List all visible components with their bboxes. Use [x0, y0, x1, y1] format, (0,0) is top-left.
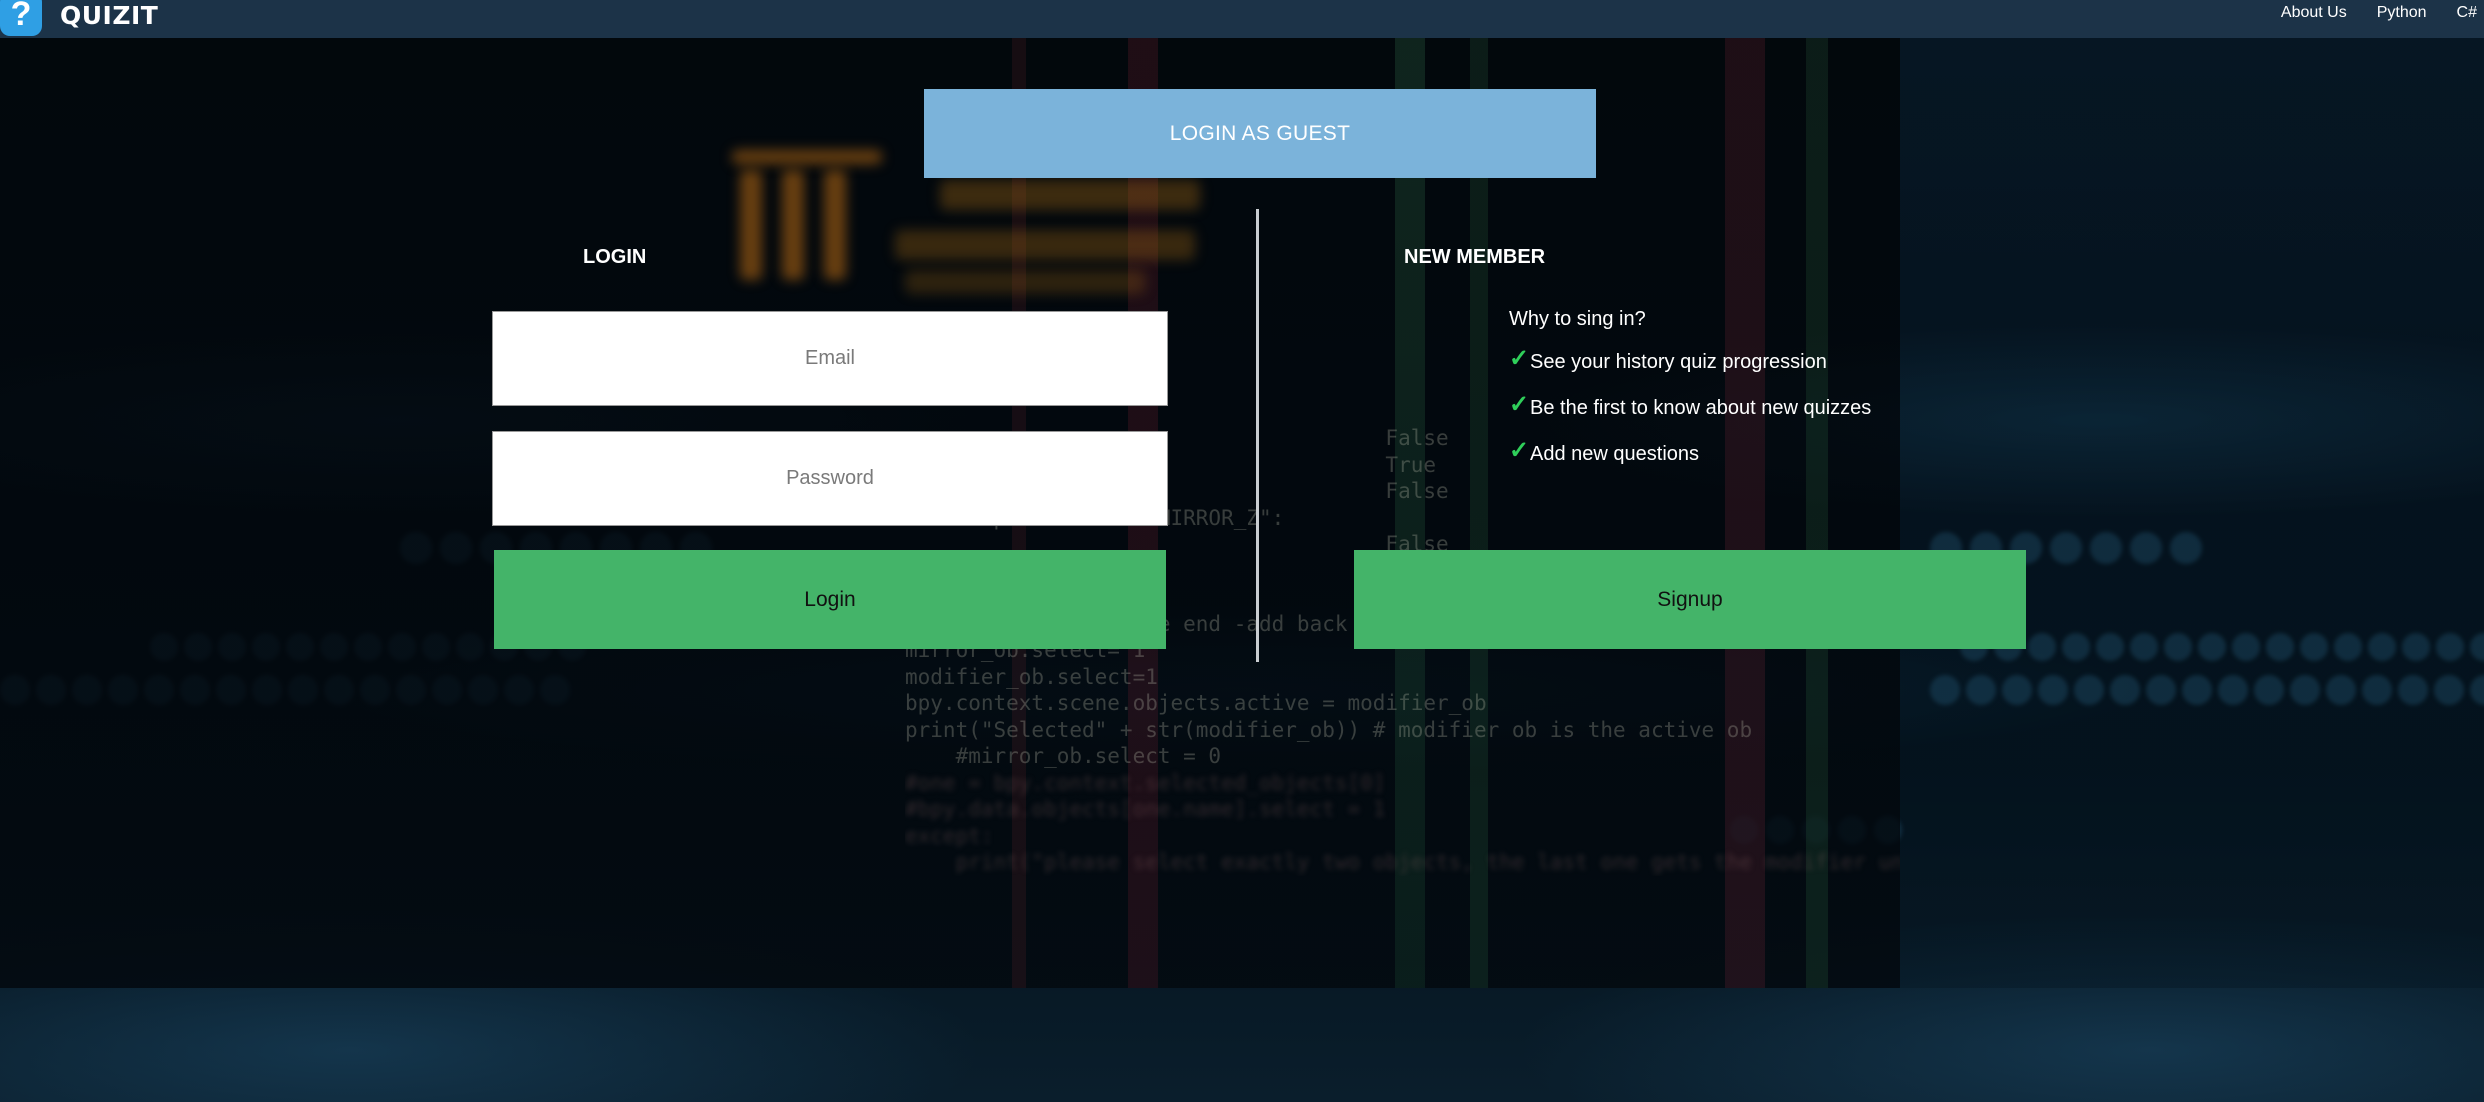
background-code-line: except:	[905, 823, 994, 848]
section-divider	[1256, 209, 1259, 662]
password-input[interactable]	[492, 431, 1168, 526]
nav-link-about-us[interactable]: About Us	[2281, 4, 2347, 22]
background-code-line: modifier_ob.select=1	[905, 664, 1158, 689]
checkmark-icon: ✓	[1509, 345, 1530, 372]
new-member-section-title: NEW MEMBER	[1404, 246, 1546, 268]
background-code-line: print("Selected" + str(modifier_ob)) # m…	[905, 717, 1753, 742]
benefits-list: ✓ See your history quiz progression ✓ Be…	[1509, 345, 1872, 489]
background-blur	[732, 150, 882, 164]
background-code-line: print("please select exactly two objects…	[905, 850, 1900, 874]
benefit-text: Be the first to know about new quizzes	[1530, 397, 1872, 419]
background-blur	[740, 170, 762, 280]
checkmark-icon: ✓	[1509, 391, 1530, 418]
page: False True Falseelif operation == "MIRRO…	[0, 0, 2484, 1102]
top-navbar: ? QUIZIT About Us Python C#	[0, 0, 2484, 38]
benefit-text: Add new questions	[1530, 443, 1700, 465]
why-sign-in-text: Why to sing in?	[1509, 308, 1646, 330]
background-blur	[905, 270, 1145, 294]
benefit-item: ✓ See your history quiz progression	[1509, 345, 1871, 397]
background-blur	[940, 180, 1200, 210]
background-code-line: #mirror_ob.select = 0	[905, 744, 1222, 768]
nav-link-csharp[interactable]: C#	[2457, 4, 2477, 22]
benefit-text: See your history quiz progression	[1530, 351, 1827, 373]
background-code-line: #bpy.data.objects[one.name].select = 1	[905, 797, 1386, 821]
nav-link-python[interactable]: Python	[2377, 4, 2427, 22]
background-code-line: bpy.context.scene.objects.active = modif…	[905, 691, 1487, 715]
checkmark-icon: ✓	[1509, 437, 1530, 464]
brand-name[interactable]: QUIZIT	[60, 1, 158, 30]
login-section-title: LOGIN	[583, 246, 647, 268]
background-blur	[824, 170, 846, 280]
question-mark-logo-icon[interactable]: ?	[0, 0, 42, 36]
login-button[interactable]: Login	[494, 550, 1166, 649]
benefit-item: ✓ Add new questions	[1509, 437, 1871, 489]
nav-links: About Us Python C#	[2251, 0, 2484, 26]
email-input[interactable]	[492, 311, 1168, 406]
signup-button[interactable]: Signup	[1354, 550, 2026, 649]
background-code-line: #one = bpy.context.selected_objects[0]	[905, 770, 1386, 795]
benefit-item: ✓ Be the first to know about new quizzes	[1509, 391, 1872, 443]
login-as-guest-button[interactable]: LOGIN AS GUEST	[924, 89, 1596, 178]
background-side-panel	[1900, 38, 2484, 988]
background-blur	[782, 170, 804, 280]
background-blur	[895, 230, 1195, 260]
